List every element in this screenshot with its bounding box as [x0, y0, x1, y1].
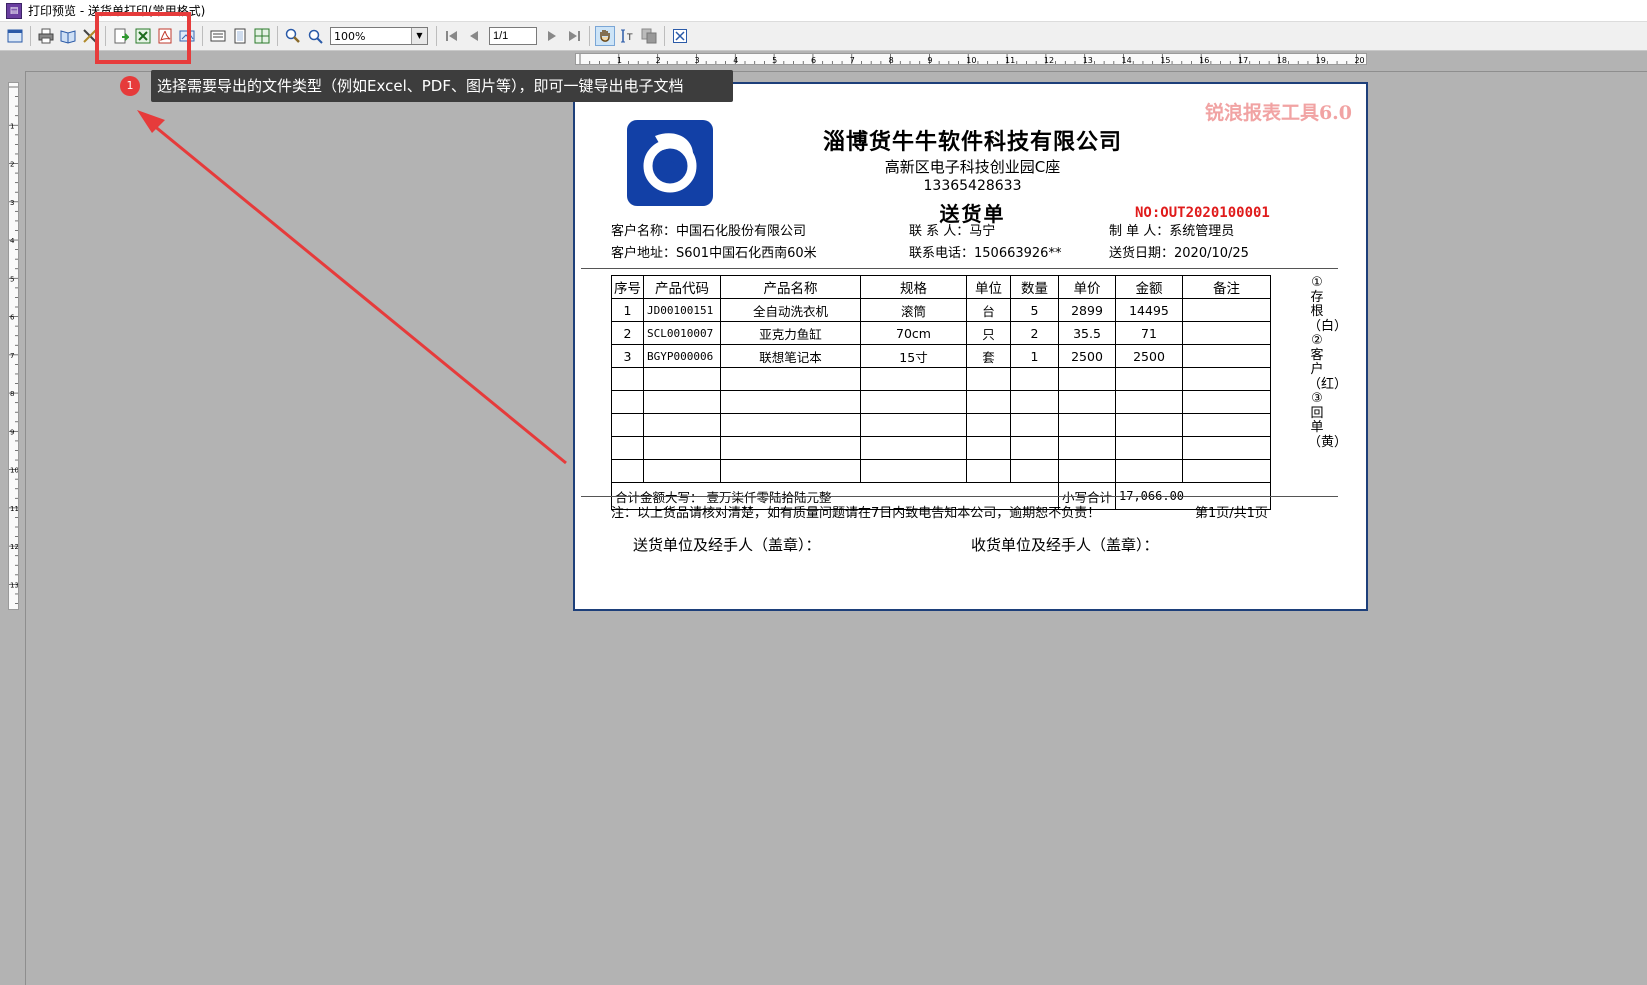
- annotation-arrow: [137, 110, 567, 465]
